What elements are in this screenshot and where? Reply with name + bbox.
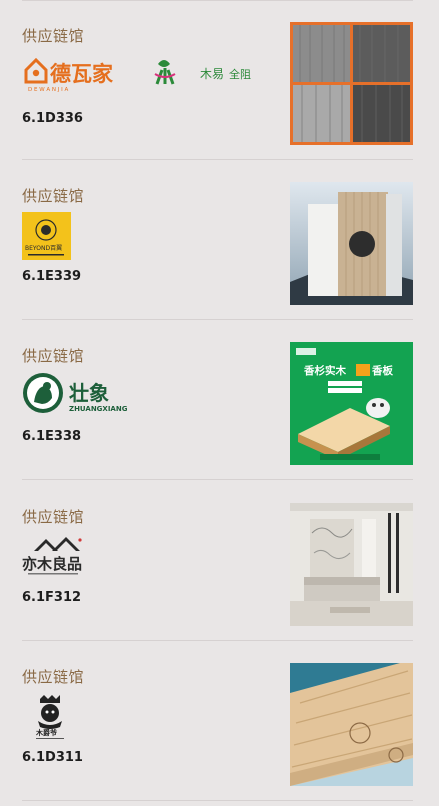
category-label: 供应链馆: [22, 347, 85, 365]
booth-code: 6.1D311: [22, 750, 83, 765]
brand-logos: 德瓦家 D E W A N J I A 木易 全阻: [22, 52, 262, 94]
poster-title: 香杉实木: [303, 364, 346, 377]
yimu-wordmark: 亦木良品: [22, 555, 82, 573]
brand-logos: 木爵爷: [22, 693, 82, 739]
dewanjia-logo: 德瓦家 D E W A N J I A: [24, 57, 114, 93]
brand-logos: BEYOND百翼: [22, 212, 82, 260]
brand-logos: 壮象 ZHUANGXIANG: [22, 372, 132, 414]
category-label: 供应链馆: [22, 27, 85, 45]
product-image[interactable]: 香杉实木 香板: [290, 342, 413, 465]
product-image[interactable]: [290, 503, 413, 626]
product-image[interactable]: [290, 663, 413, 786]
card-divider: [22, 800, 413, 801]
dewanjia-wordmark: 德瓦家: [50, 62, 114, 86]
brand-logos: 亦木良品: [22, 533, 102, 575]
category-label: 供应链馆: [22, 668, 85, 686]
zhuangxiang-wordmark: 壮象: [69, 381, 109, 405]
booth-code: 6.1E339: [22, 269, 82, 284]
dewanjia-subtext: D E W A N J I A: [28, 87, 69, 93]
zhuangxiang-pinyin: ZHUANGXIANG: [69, 405, 128, 413]
beyond-wordmark: BEYOND百翼: [25, 245, 62, 252]
poster-title-2: 香板: [371, 364, 393, 377]
pavilion-card[interactable]: 供应链馆 BEYOND百翼 6.1E339: [0, 160, 439, 320]
mujueye-wordmark: 木爵爷: [35, 728, 58, 737]
pavilion-list: 供应链馆 德瓦家 D E W A N J I A 木易 全阻 6.1D336 供…: [0, 0, 439, 806]
product-image[interactable]: [290, 182, 413, 305]
category-label: 供应链馆: [22, 508, 85, 526]
booth-code: 6.1D336: [22, 111, 83, 126]
product-image[interactable]: [290, 22, 413, 145]
pavilion-card[interactable]: 供应链馆 木爵爷 6.1D311: [0, 641, 439, 801]
pavilion-card[interactable]: 供应链馆 壮象 ZHUANGXIANG 6.1E338 香杉实木 香板: [0, 320, 439, 480]
mujueye-logo: 木爵爷: [35, 695, 64, 739]
muyi-logo: 木易 全阻: [154, 60, 251, 85]
category-label: 供应链馆: [22, 187, 85, 205]
yimu-liangpin-logo: 亦木良品: [22, 537, 82, 575]
pavilion-card[interactable]: 供应链馆 德瓦家 D E W A N J I A 木易 全阻 6.1D336: [0, 0, 439, 160]
card-divider: [22, 479, 413, 480]
booth-code: 6.1E338: [22, 429, 82, 444]
booth-code: 6.1F312: [22, 590, 82, 605]
pavilion-card[interactable]: 供应链馆 亦木良品 6.1F312: [0, 481, 439, 641]
muyi-wordmark: 木易: [200, 67, 224, 81]
quanzu-text: 全阻: [229, 67, 251, 81]
beyond-logo: BEYOND百翼: [22, 212, 71, 260]
zhuangxiang-logo: 壮象 ZHUANGXIANG: [23, 373, 128, 413]
